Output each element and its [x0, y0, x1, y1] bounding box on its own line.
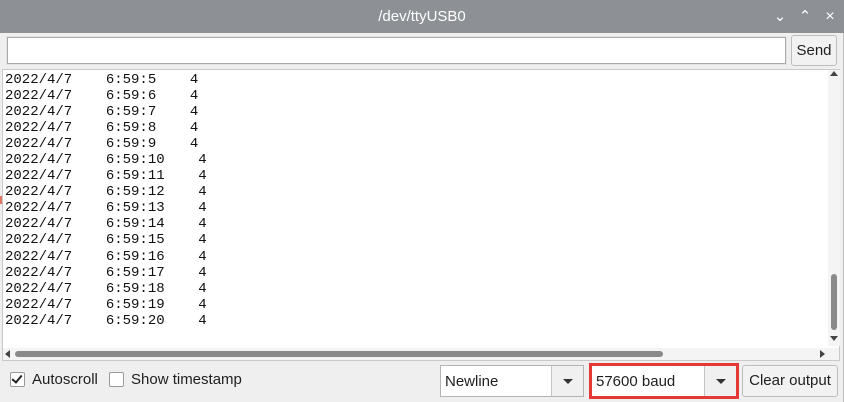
baud-rate-value: 57600 baud	[596, 373, 676, 390]
footer-bar: Autoscroll Show timestamp Newline 57600 …	[0, 362, 844, 402]
send-button[interactable]: Send	[791, 35, 837, 66]
output-log: 2022/4/7 6:59:5 4 2022/4/7 6:59:6 4 2022/4…	[5, 72, 825, 346]
horizontal-scroll-thumb[interactable]	[15, 351, 663, 357]
horizontal-scrollbar[interactable]	[3, 348, 839, 360]
output-line: 2022/4/7 6:59:11 4	[5, 168, 207, 185]
clear-output-button[interactable]: Clear output	[742, 365, 838, 397]
send-input[interactable]	[6, 36, 787, 65]
vertical-scrollbar[interactable]	[828, 70, 840, 346]
output-line: 2022/4/7 6:59:12 4	[5, 184, 207, 201]
output-line: 2022/4/7 6:59:18 4	[5, 280, 207, 297]
chevron-down-icon: ⌄	[773, 8, 787, 25]
output-line: 2022/4/7 6:59:13 4	[5, 200, 207, 217]
autoscroll-checkbox[interactable]	[10, 372, 25, 387]
output-line: 2022/4/7 6:59:15 4	[5, 232, 207, 249]
output-line: 2022/4/7 6:59:17 4	[5, 264, 207, 281]
output-line: 2022/4/7 6:59:9 4	[5, 136, 199, 153]
output-line: 2022/4/7 6:59:19 4	[5, 296, 207, 313]
window-title: /dev/ttyUSB0	[378, 8, 466, 25]
output-line: 2022/4/7 6:59:14 4	[5, 216, 207, 233]
dropdown-arrow-icon	[563, 379, 573, 384]
output-line: 2022/4/7 6:59:16 4	[5, 248, 207, 265]
baud-rate-dropdown-button[interactable]	[704, 366, 736, 396]
scroll-down-icon[interactable]	[830, 336, 838, 341]
line-ending-value: Newline	[445, 373, 499, 390]
vertical-scroll-thumb[interactable]	[831, 274, 837, 330]
show-timestamp-checkbox[interactable]	[109, 372, 124, 387]
show-timestamp-label[interactable]: Show timestamp	[131, 371, 242, 388]
scroll-up-icon[interactable]	[830, 71, 838, 76]
checkmark-icon	[11, 372, 23, 384]
line-ending-dropdown-button[interactable]	[551, 366, 583, 396]
minimize-button[interactable]: ⌄	[770, 7, 790, 27]
dropdown-arrow-icon	[716, 379, 726, 384]
maximize-button[interactable]: ⌃	[795, 7, 815, 27]
output-line: 2022/4/7 6:59:20 4	[5, 312, 207, 329]
scroll-left-icon[interactable]	[5, 350, 10, 358]
scroll-right-icon[interactable]	[820, 350, 825, 358]
serial-output-area[interactable]: 2022/4/7 6:59:5 4 2022/4/7 6:59:6 4 2022/4…	[2, 69, 840, 361]
autoscroll-label[interactable]: Autoscroll	[32, 371, 98, 388]
serial-monitor-window: /dev/ttyUSB0 ⌄ ⌃ × Send 2022/4/7 6:59:5 …	[0, 0, 844, 402]
output-line: 2022/4/7 6:59:6 4	[5, 88, 199, 105]
output-line: 2022/4/7 6:59:10 4	[5, 152, 207, 169]
output-line: 2022/4/7 6:59:7 4	[5, 104, 199, 121]
output-line: 2022/4/7 6:59:5 4	[5, 72, 199, 88]
chevron-up-icon: ⌃	[798, 8, 812, 25]
title-bar[interactable]: /dev/ttyUSB0 ⌄ ⌃ ×	[0, 0, 844, 33]
line-ending-select[interactable]: Newline	[440, 365, 584, 397]
output-line: 2022/4/7 6:59:8 4	[5, 120, 199, 137]
baud-rate-select[interactable]: 57600 baud	[589, 363, 739, 399]
close-icon: ×	[825, 8, 835, 25]
close-button[interactable]: ×	[820, 7, 840, 27]
